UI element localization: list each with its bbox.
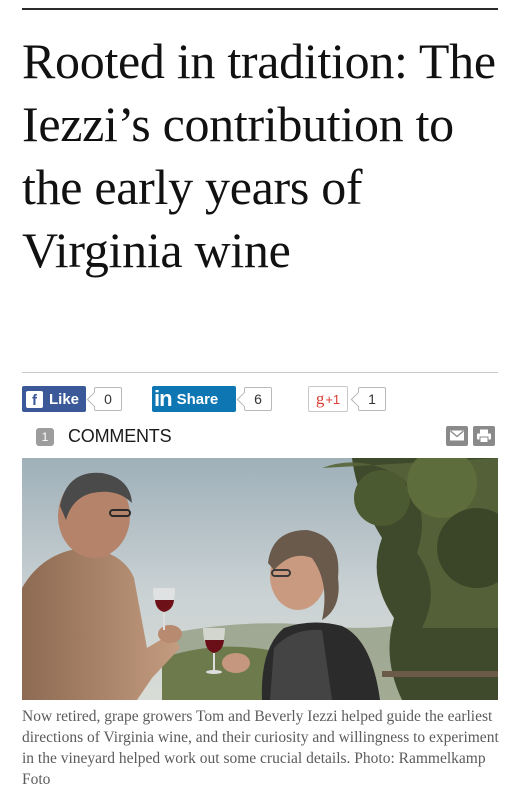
facebook-like-count: 0: [94, 387, 122, 411]
article-headline: Rooted in tradition: The Iezzi’s contrib…: [22, 33, 496, 278]
comments-link[interactable]: COMMENTS: [68, 426, 172, 447]
linkedin-icon: in: [154, 386, 173, 411]
social-share-bar: f Like 0 in Share 6 g +1 1: [22, 386, 498, 414]
printer-icon[interactable]: [473, 426, 495, 446]
comments-bar: 1 COMMENTS: [22, 425, 498, 449]
photo-caption: Now retired, grape growers Tom and Bever…: [22, 708, 499, 788]
google-plus-icon: g: [315, 389, 325, 408]
linkedin-share-button[interactable]: in Share: [152, 386, 236, 412]
envelope-icon[interactable]: [446, 426, 468, 446]
google-plus-one-label: +1: [325, 391, 341, 407]
couple-toasting-photo: [22, 458, 498, 700]
comments-count-badge[interactable]: 1: [36, 428, 54, 446]
linkedin-share-count: 6: [244, 387, 272, 411]
facebook-like-label: Like: [49, 390, 80, 408]
facebook-icon: f: [26, 390, 43, 408]
top-divider: [22, 8, 498, 10]
article-photo: [22, 458, 498, 700]
google-plus-one-count: 1: [358, 387, 386, 411]
facebook-like-button[interactable]: f Like: [22, 386, 86, 412]
headline-divider: [22, 372, 498, 373]
google-plus-one-button[interactable]: g +1: [308, 386, 348, 412]
linkedin-share-label: Share: [176, 390, 219, 408]
